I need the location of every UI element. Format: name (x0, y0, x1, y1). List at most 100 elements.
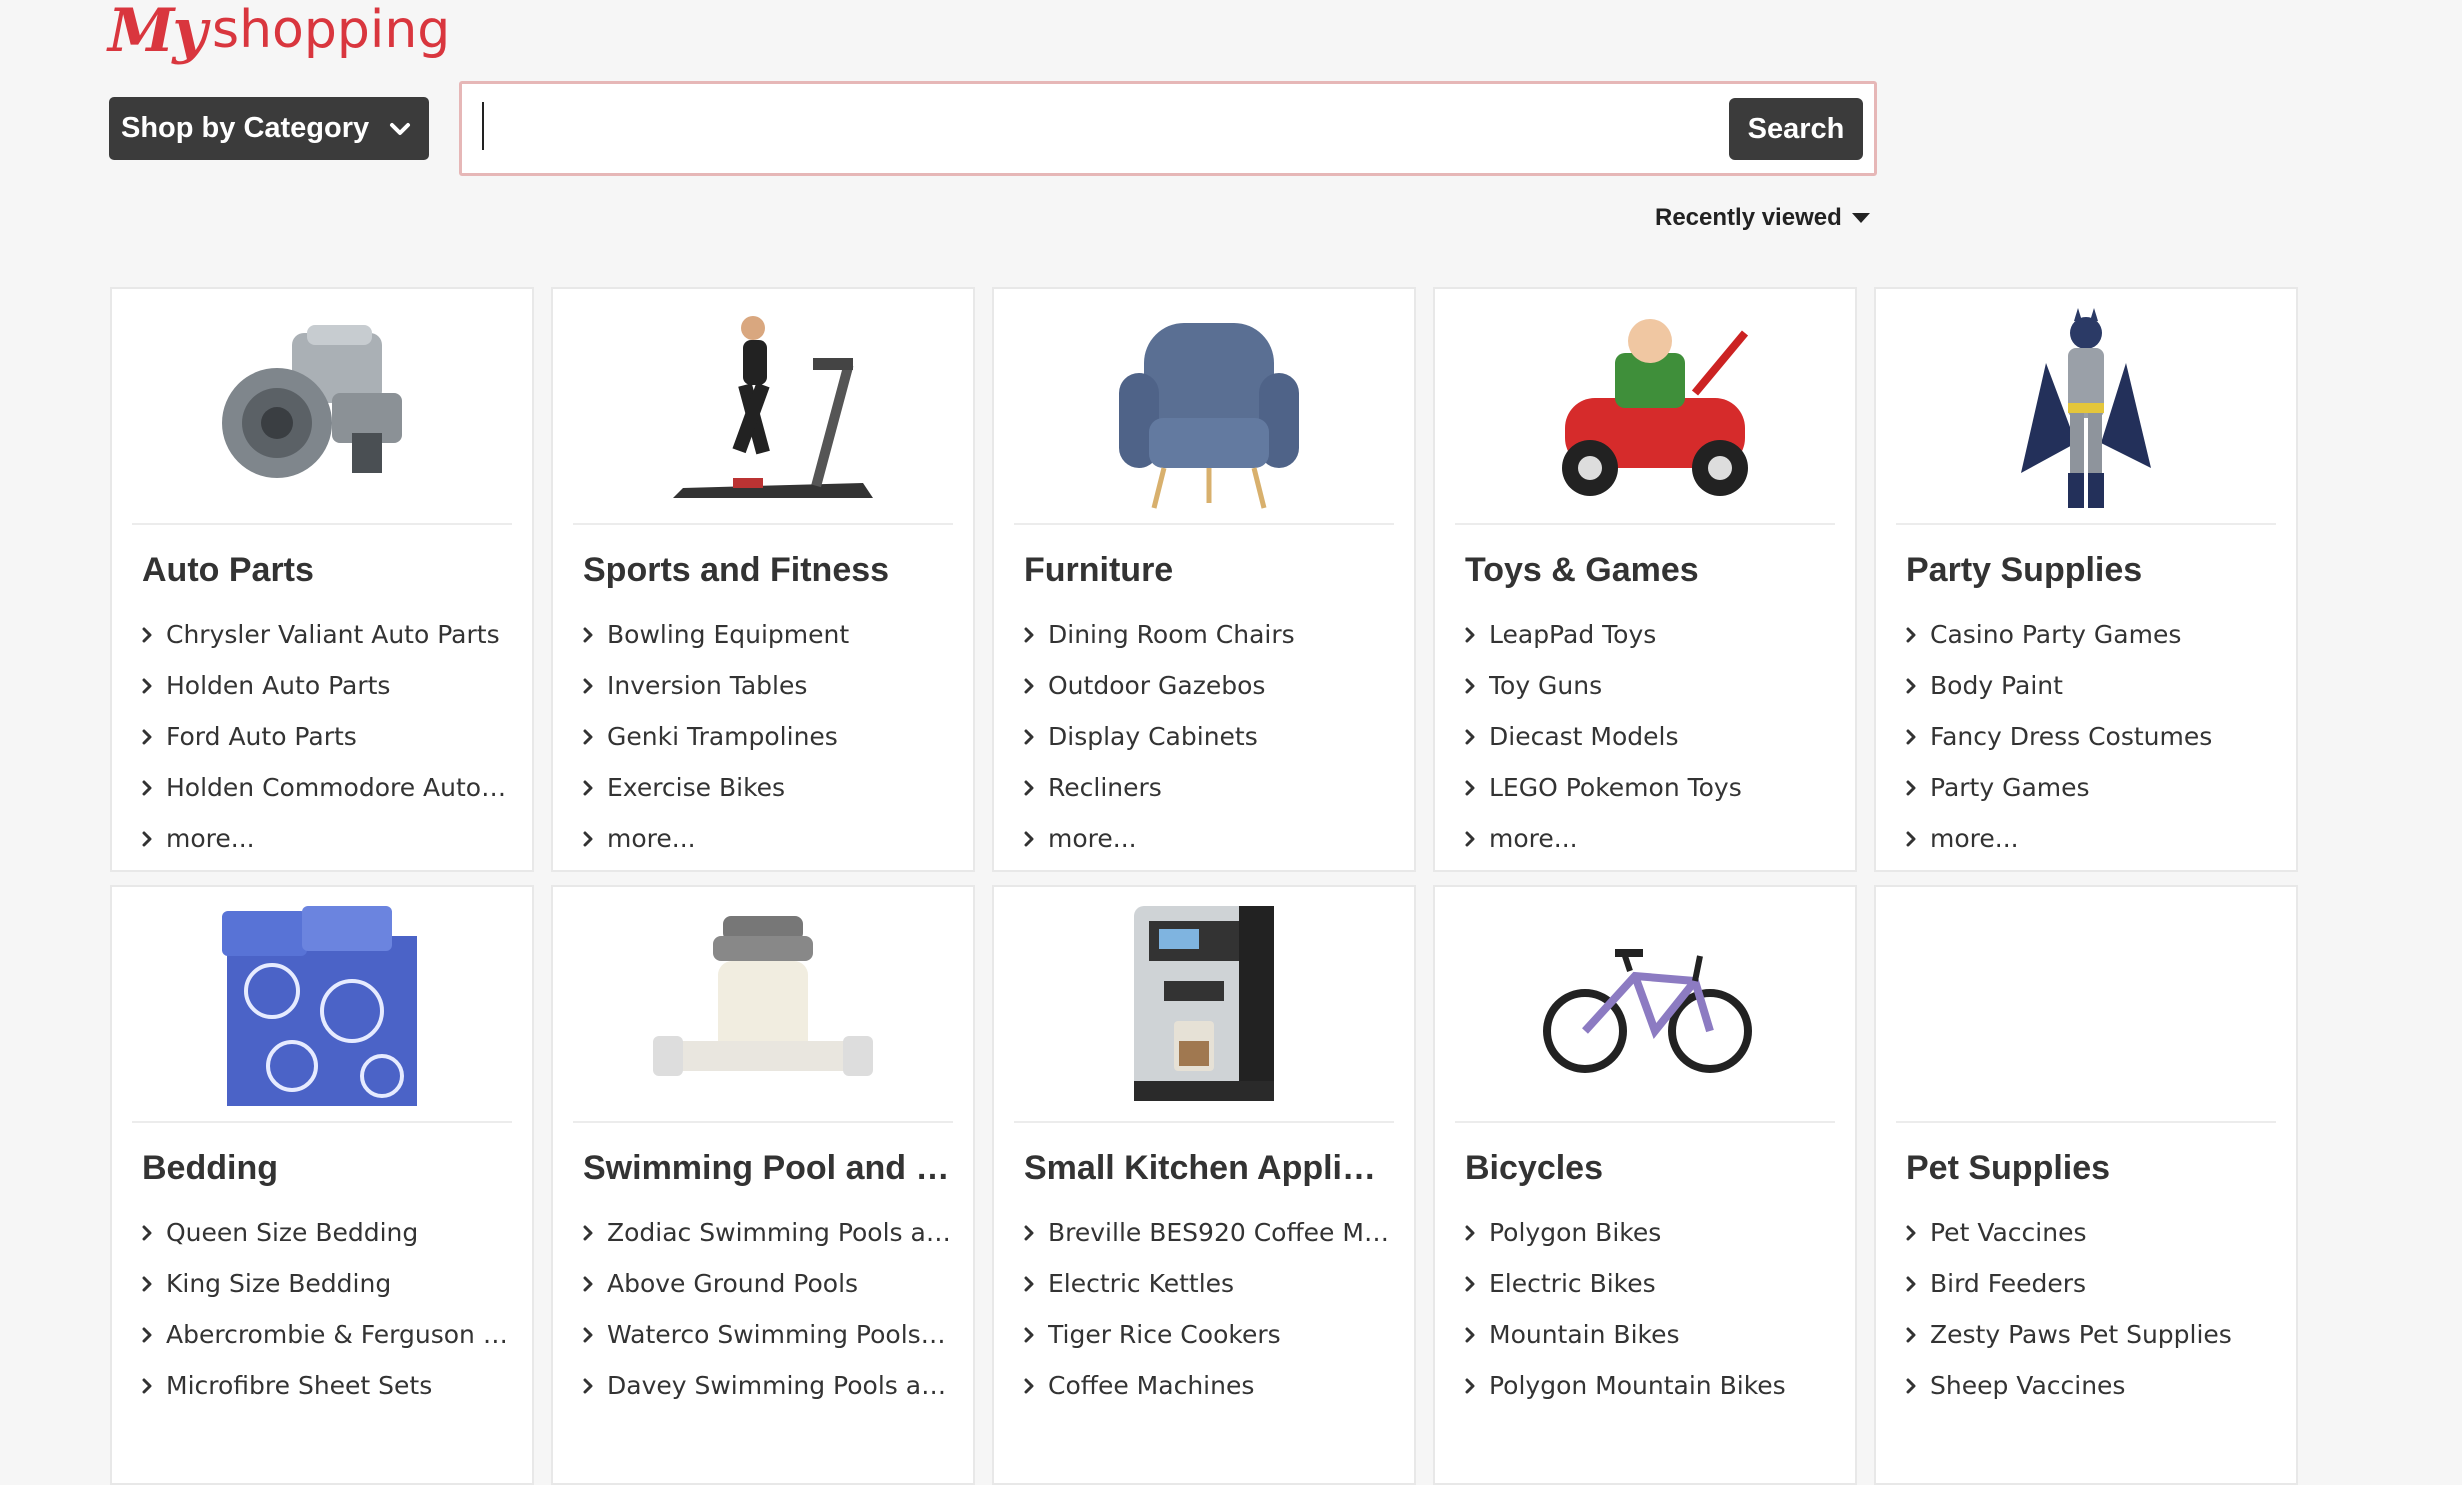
category-image-area[interactable] (1014, 303, 1394, 525)
subcategory-label: more... (166, 824, 255, 853)
category-image-area[interactable] (573, 901, 953, 1123)
chevron-right-icon (1465, 831, 1475, 846)
chevron-right-icon (1465, 1378, 1475, 1393)
category-image-area[interactable] (1896, 303, 2276, 525)
subcategory-link[interactable]: Sheep Vaccines (1906, 1360, 2286, 1411)
subcategory-link[interactable]: Body Paint (1906, 660, 2286, 711)
category-title[interactable]: Pet Supplies (1906, 1149, 2276, 1188)
starter-motor-image[interactable] (132, 303, 512, 513)
ride-on-car-image[interactable] (1455, 303, 1835, 513)
subcategory-link[interactable]: Pet Vaccines (1906, 1207, 2286, 1258)
subcategory-link[interactable]: Electric Bikes (1465, 1258, 1845, 1309)
subcategory-link[interactable]: Queen Size Bedding (142, 1207, 522, 1258)
subcategory-label: Display Cabinets (1048, 722, 1258, 751)
subcategory-link[interactable]: Polygon Bikes (1465, 1207, 1845, 1258)
chevron-right-icon (1024, 1327, 1034, 1342)
subcategory-link[interactable]: Toy Guns (1465, 660, 1845, 711)
batman-costume-image[interactable] (1896, 303, 2276, 513)
subcategory-link[interactable]: Zodiac Swimming Pools an... (583, 1207, 963, 1258)
chevron-right-icon (1906, 729, 1916, 744)
recently-viewed-label: Recently viewed (1655, 204, 1842, 231)
subcategory-label: Inversion Tables (607, 671, 808, 700)
category-title[interactable]: Bicycles (1465, 1149, 1835, 1188)
subcategory-link[interactable]: Holden Auto Parts (142, 660, 522, 711)
subcategory-link[interactable]: Ford Auto Parts (142, 711, 522, 762)
subcategory-label: Body Paint (1930, 671, 2063, 700)
subcategory-link[interactable]: LEGO Pokemon Toys (1465, 762, 1845, 813)
subcategory-link[interactable]: Breville BES920 Coffee Ma... (1024, 1207, 1404, 1258)
subcategory-link[interactable]: Outdoor Gazebos (1024, 660, 1404, 711)
subcategory-link[interactable]: Zesty Paws Pet Supplies (1906, 1309, 2286, 1360)
subcategory-label: more... (1489, 824, 1578, 853)
category-image-area[interactable] (1455, 303, 1835, 525)
category-title[interactable]: Party Supplies (1906, 551, 2276, 590)
subcategory-link[interactable]: Polygon Mountain Bikes (1465, 1360, 1845, 1411)
subcategory-link[interactable]: more... (142, 813, 522, 864)
category-image-area[interactable] (573, 303, 953, 525)
subcategory-link[interactable]: more... (1024, 813, 1404, 864)
subcategory-list: Pet Vaccines Bird Feeders Zesty Paws Pet S… (1906, 1207, 2286, 1411)
subcategory-link[interactable]: Inversion Tables (583, 660, 963, 711)
subcategory-link[interactable]: Abercrombie & Ferguson B... (142, 1309, 522, 1360)
subcategory-link[interactable]: Holden Commodore Auto P... (142, 762, 522, 813)
category-title[interactable]: Sports and Fitness (583, 551, 953, 590)
category-image-area[interactable] (132, 303, 512, 525)
subcategory-label: Tiger Rice Cookers (1048, 1320, 1281, 1349)
category-title[interactable]: Furniture (1024, 551, 1394, 590)
subcategory-link[interactable]: Chrysler Valiant Auto Parts (142, 609, 522, 660)
category-image-area[interactable] (1896, 901, 2276, 1123)
subcategory-link[interactable]: Bird Feeders (1906, 1258, 2286, 1309)
subcategory-label: Recliners (1048, 773, 1162, 802)
subcategory-link[interactable]: Casino Party Games (1906, 609, 2286, 660)
category-image-area[interactable] (132, 901, 512, 1123)
subcategory-list: Polygon Bikes Electric Bikes Mountain Bike… (1465, 1207, 1845, 1411)
subcategory-link[interactable]: Recliners (1024, 762, 1404, 813)
subcategory-link[interactable]: Above Ground Pools (583, 1258, 963, 1309)
subcategory-link[interactable]: more... (583, 813, 963, 864)
subcategory-link[interactable]: Microfibre Sheet Sets (142, 1360, 522, 1411)
search-input[interactable] (486, 94, 1690, 162)
armchair-image[interactable] (1014, 303, 1394, 513)
chevron-right-icon (1465, 678, 1475, 693)
chevron-right-icon (1906, 627, 1916, 642)
subcategory-link[interactable]: LeapPad Toys (1465, 609, 1845, 660)
subcategory-link[interactable]: Dining Room Chairs (1024, 609, 1404, 660)
chevron-right-icon (1024, 1225, 1034, 1240)
category-title[interactable]: Auto Parts (142, 551, 512, 590)
category-title[interactable]: Swimming Pool and S... (583, 1149, 953, 1188)
subcategory-link[interactable]: Tiger Rice Cookers (1024, 1309, 1404, 1360)
subcategory-link[interactable]: Display Cabinets (1024, 711, 1404, 762)
bedding-set-image[interactable] (132, 901, 512, 1111)
chevron-right-icon (1906, 780, 1916, 795)
category-title[interactable]: Bedding (142, 1149, 512, 1188)
pool-chlorinator-image[interactable] (573, 901, 953, 1111)
coffee-machine-image[interactable] (1014, 901, 1394, 1111)
subcategory-link[interactable]: Exercise Bikes (583, 762, 963, 813)
treadmill-image[interactable] (573, 303, 953, 513)
category-title[interactable]: Small Kitchen Applian... (1024, 1149, 1394, 1188)
shop-by-category-button[interactable]: Shop by Category (109, 97, 429, 160)
category-image-area[interactable] (1455, 901, 1835, 1123)
category-image-area[interactable] (1014, 901, 1394, 1123)
category-title[interactable]: Toys & Games (1465, 551, 1835, 590)
subcategory-link[interactable]: Mountain Bikes (1465, 1309, 1845, 1360)
subcategory-link[interactable]: Waterco Swimming Pools a... (583, 1309, 963, 1360)
bicycle-image[interactable] (1455, 901, 1835, 1111)
recently-viewed-dropdown[interactable]: Recently viewed (1655, 202, 1870, 234)
subcategory-link[interactable]: Diecast Models (1465, 711, 1845, 762)
chevron-right-icon (583, 729, 593, 744)
subcategory-link[interactable]: Coffee Machines (1024, 1360, 1404, 1411)
subcategory-link[interactable]: King Size Bedding (142, 1258, 522, 1309)
subcategory-link[interactable]: more... (1906, 813, 2286, 864)
subcategory-link[interactable]: Davey Swimming Pools an... (583, 1360, 963, 1411)
subcategory-link[interactable]: Electric Kettles (1024, 1258, 1404, 1309)
subcategory-link[interactable]: Bowling Equipment (583, 609, 963, 660)
subcategory-link[interactable]: Genki Trampolines (583, 711, 963, 762)
search-button[interactable]: Search (1729, 98, 1863, 160)
chevron-right-icon (1465, 1225, 1475, 1240)
subcategory-link[interactable]: Party Games (1906, 762, 2286, 813)
subcategory-link[interactable]: more... (1465, 813, 1845, 864)
chevron-right-icon (1906, 678, 1916, 693)
subcategory-label: Zodiac Swimming Pools an... (607, 1218, 952, 1247)
subcategory-link[interactable]: Fancy Dress Costumes (1906, 711, 2286, 762)
